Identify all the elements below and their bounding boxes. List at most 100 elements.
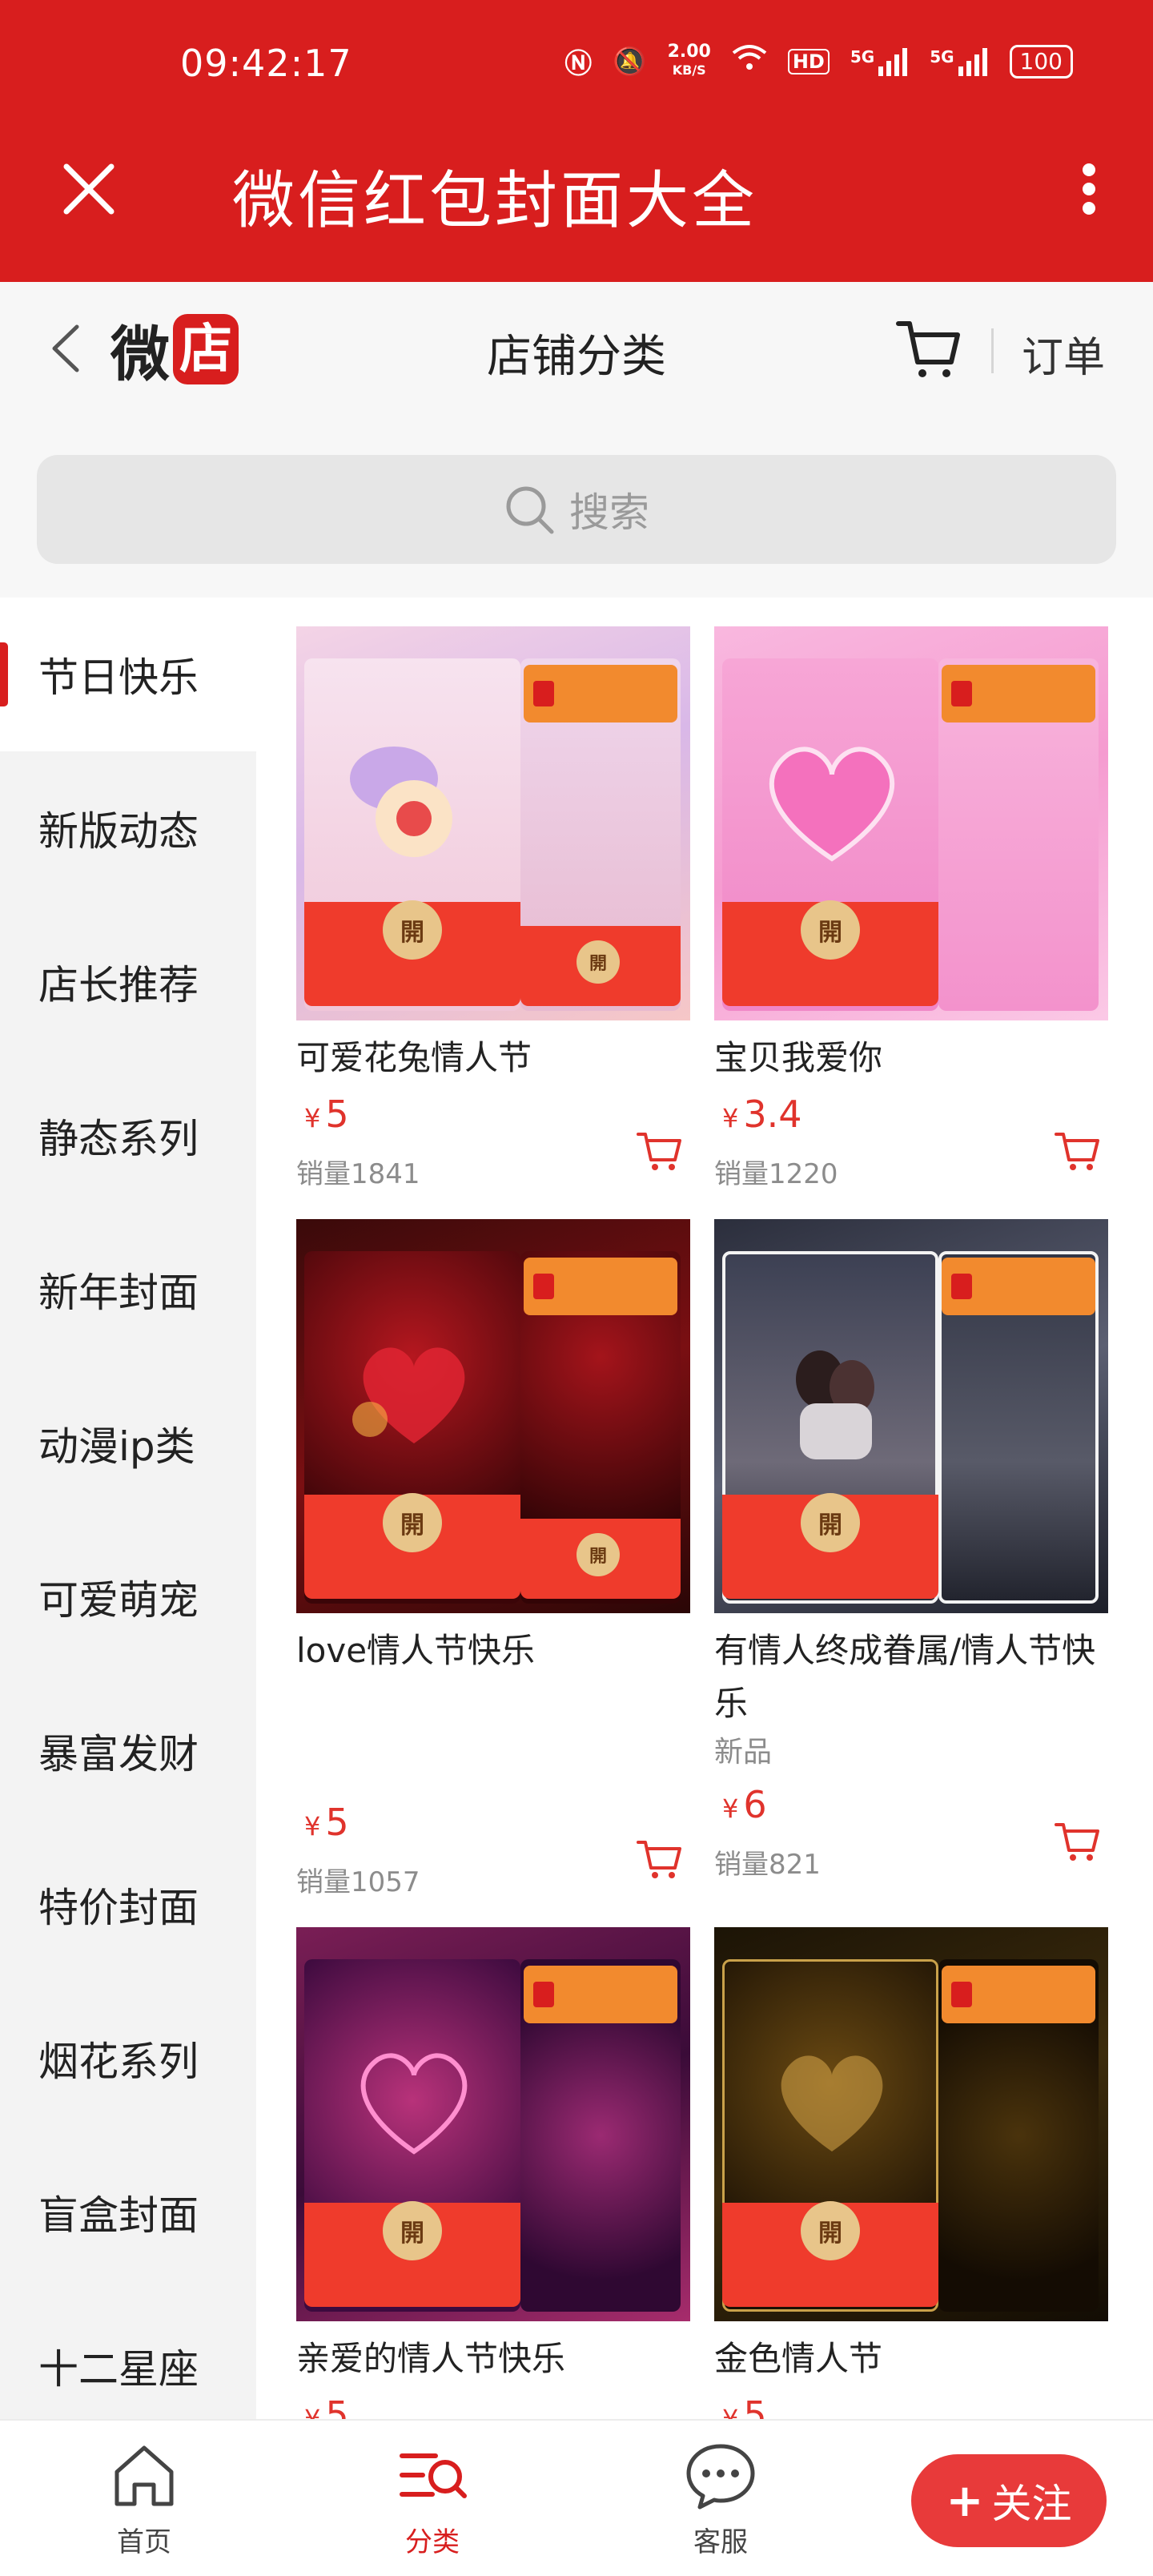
sales-row: 销量1057 [296, 1841, 690, 1903]
nav-customer-service[interactable]: 客服 [657, 2437, 785, 2559]
add-to-cart-icon[interactable] [636, 1128, 684, 1173]
title-bar: 09:42:17 Ⓝ 🔕 2.00 KB/S HD 5G 5G 100 微信红包… [0, 0, 1153, 282]
nav-service-label: 客服 [693, 2526, 748, 2558]
signal-label-1: 5G [850, 46, 875, 66]
greeting-tag-image [524, 1258, 677, 1315]
product-thumbnail[interactable]: 開 [296, 1927, 690, 2321]
price-value: 5 [325, 1801, 349, 1844]
close-button[interactable] [60, 160, 118, 218]
mute-icon: 🔕 [613, 45, 647, 78]
price-value: 5 [743, 2393, 767, 2419]
greeting-tag-image [942, 665, 1095, 722]
status-time: 09:42:17 [180, 42, 352, 85]
greeting-tag-image [524, 1966, 677, 2023]
add-to-cart-icon[interactable] [1054, 1818, 1102, 1863]
product-card[interactable]: 開 有情人终成眷属/情人节快乐 新品 ¥6 销量821 [714, 1219, 1108, 1886]
currency-symbol: ¥ [722, 1103, 739, 1133]
add-to-cart-icon[interactable] [1054, 1128, 1102, 1173]
price-row: ¥3.4 [714, 1088, 1108, 1144]
open-coin-icon: 開 [576, 1533, 620, 1576]
signal-label-2: 5G [930, 46, 954, 66]
follow-button[interactable]: + 关注 [911, 2454, 1107, 2547]
sales-row: 销量1220 [714, 1133, 1108, 1195]
currency-symbol: ¥ [304, 2404, 321, 2419]
product-thumbnail[interactable]: 開 [714, 626, 1108, 1020]
firework-heart-image [352, 1347, 465, 1443]
add-to-cart-icon[interactable] [636, 1836, 684, 1881]
more-button[interactable] [1065, 157, 1113, 221]
shop-category-title: 店铺分类 [487, 331, 666, 383]
sidebar-item-special-price[interactable]: 特价封面 [0, 1828, 256, 1982]
product-card[interactable]: 開 亲爱的情人节快乐 ¥5 [296, 1927, 690, 2419]
open-coin-icon: 開 [383, 2201, 442, 2260]
currency-symbol: ¥ [722, 2404, 739, 2419]
price-value: 6 [743, 1783, 767, 1826]
heart-image [769, 747, 895, 862]
cart-button[interactable] [895, 316, 962, 383]
product-price: ¥5 [304, 2393, 349, 2419]
search-input[interactable]: 搜索 [37, 455, 1116, 564]
open-coin-icon: 開 [801, 2201, 860, 2260]
sidebar-item-anime-ip[interactable]: 动漫ip类 [0, 1366, 256, 1520]
product-thumbnail[interactable]: 開 [714, 1927, 1108, 2321]
sales-count: 销量1841 [296, 1158, 420, 1190]
product-name[interactable]: 可爱花兔情人节 [296, 1032, 690, 1085]
product-name[interactable]: 亲爱的情人节快乐 [296, 2332, 690, 2385]
net-speed: 2.00 KB/S [668, 43, 711, 79]
product-card[interactable]: 開 開 可爱花兔情人节 ¥5 销量1841 [296, 626, 690, 1195]
more-dot [1083, 183, 1095, 195]
shopping-cart-icon [896, 321, 960, 377]
price-value: 5 [325, 2393, 349, 2419]
product-name[interactable]: love情人节快乐 [296, 1624, 690, 1793]
product-thumbnail[interactable]: 開 開 [296, 1219, 690, 1613]
search-area: 搜索 [0, 415, 1153, 598]
more-vertical-icon [1083, 163, 1095, 176]
sidebar-item-recommended[interactable]: 店长推荐 [0, 905, 256, 1059]
open-coin-icon: 開 [801, 1493, 860, 1552]
sidebar-item-holiday[interactable]: 节日快乐 [0, 598, 256, 751]
sidebar-item-static[interactable]: 静态系列 [0, 1059, 256, 1213]
close-icon [63, 163, 114, 215]
sidebar-item-new-dynamic[interactable]: 新版动态 [0, 751, 256, 905]
search-icon [506, 486, 554, 534]
sidebar-item-new-year[interactable]: 新年封面 [0, 1213, 256, 1366]
currency-symbol: ¥ [304, 1811, 321, 1841]
signal-icon-1: 5G [850, 47, 909, 76]
golden-hearts-image [781, 2055, 883, 2151]
price-row: ¥6 [714, 1778, 1108, 1834]
product-price: ¥5 [304, 1801, 349, 1844]
product-card[interactable]: 開 開 love情人节快乐 ¥5 销量1057 [296, 1219, 690, 1903]
home-icon [114, 2445, 174, 2506]
sidebar-item-zodiac[interactable]: 十二星座 [0, 2289, 256, 2419]
greeting-tag-image [942, 1966, 1095, 2023]
product-grid: 開 開 可爱花兔情人节 ¥5 销量1841 開 宝贝我爱你 ¥3.4 销量122… [256, 598, 1153, 2419]
product-thumbnail[interactable]: 開 開 [296, 626, 690, 1020]
price-value: 5 [325, 1093, 349, 1136]
orders-link[interactable]: 订单 [1022, 324, 1105, 384]
product-thumbnail[interactable]: 開 [714, 1219, 1108, 1613]
open-coin-icon: 開 [383, 900, 442, 960]
header-divider [991, 328, 994, 373]
shop-header: 微 店 店铺分类 订单 [0, 282, 1153, 415]
sidebar-item-cute-pets[interactable]: 可爱萌宠 [0, 1520, 256, 1674]
product-name[interactable]: 金色情人节 [714, 2332, 1108, 2385]
sidebar-item-fortune[interactable]: 暴富发财 [0, 1674, 256, 1828]
more-dot [1083, 202, 1095, 215]
new-product-tag: 新品 [714, 1736, 773, 1769]
product-name[interactable]: 宝贝我爱你 [714, 1032, 1108, 1085]
wifi-icon [732, 43, 767, 79]
nav-home[interactable]: 首页 [80, 2437, 208, 2559]
product-card[interactable]: 開 宝贝我爱你 ¥3.4 销量1220 [714, 626, 1108, 1195]
plus-icon: + [946, 2474, 984, 2527]
nav-category[interactable]: 分类 [368, 2437, 496, 2559]
product-name[interactable]: 有情人终成眷属/情人节快乐 [714, 1624, 1108, 1730]
product-card[interactable]: 開 金色情人节 ¥5 [714, 1927, 1108, 2419]
sidebar-item-blind-box[interactable]: 盲盒封面 [0, 2135, 256, 2289]
currency-symbol: ¥ [722, 1793, 739, 1824]
bottom-navigation: 首页 分类 客服 + 关注 [0, 2419, 1153, 2576]
nav-home-label: 首页 [117, 2526, 171, 2558]
sidebar-item-fireworks[interactable]: 烟花系列 [0, 1982, 256, 2135]
hd-icon: HD [787, 48, 830, 74]
currency-symbol: ¥ [304, 1103, 321, 1133]
sales-count: 销量821 [714, 1849, 821, 1881]
